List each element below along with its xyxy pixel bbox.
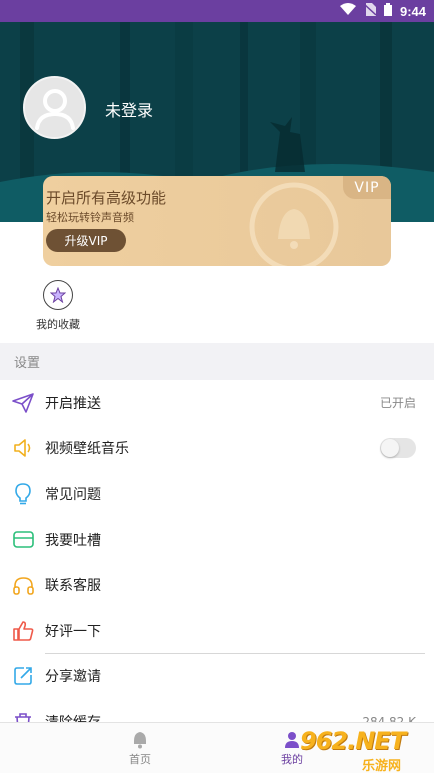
- bell-watermark-icon: [249, 182, 339, 266]
- upgrade-vip-button[interactable]: 升级VIP: [46, 229, 126, 252]
- menu-label: 分享邀请: [45, 669, 101, 686]
- nav-home-label: 首页: [129, 753, 151, 766]
- nav-home[interactable]: 首页: [110, 729, 170, 767]
- avatar[interactable]: [23, 76, 86, 139]
- status-bar: 9:44: [0, 0, 434, 22]
- site-watermark: 962.NET 乐游网: [300, 727, 434, 773]
- bell-icon: [110, 729, 170, 751]
- paper-plane-icon: [12, 392, 34, 414]
- thumbs-up-icon: [12, 620, 34, 642]
- watermark-logo: 962.NET: [300, 727, 406, 755]
- menu-item-video-wallpaper-music[interactable]: 视频壁纸音乐: [0, 426, 434, 472]
- wifi-icon: [339, 3, 356, 19]
- star-circle-icon: [43, 280, 73, 310]
- vip-badge: VIP: [343, 176, 391, 199]
- push-status-value: 已开启: [379, 396, 416, 411]
- vip-subtitle: 轻松玩转铃声音频: [46, 211, 134, 224]
- vip-promo-card[interactable]: 开启所有高级功能 轻松玩转铃声音频 升级VIP VIP: [43, 176, 391, 266]
- mail-icon: [12, 529, 34, 551]
- lightbulb-icon: [12, 483, 34, 505]
- menu-label: 常见问题: [45, 486, 101, 503]
- menu-label: 视频壁纸音乐: [45, 441, 129, 458]
- settings-section-title: 设置: [0, 343, 434, 380]
- my-favorites-label: 我的收藏: [36, 318, 80, 331]
- menu-item-rate-us[interactable]: 好评一下: [0, 608, 434, 654]
- menu-label: 开启推送: [45, 395, 101, 412]
- video-music-toggle[interactable]: [380, 438, 416, 459]
- menu-item-share-invite[interactable]: 分享邀请: [0, 654, 434, 700]
- speaker-icon: [12, 437, 34, 459]
- battery-icon: [383, 2, 392, 20]
- menu-label: 我要吐槽: [45, 532, 101, 549]
- menu-label: 联系客服: [45, 578, 101, 595]
- menu-label: 好评一下: [45, 623, 101, 640]
- settings-list: 开启推送 已开启 视频壁纸音乐 常见问题 我要吐槽 联系客服 好评一下 分享邀请: [0, 380, 434, 745]
- login-status-label[interactable]: 未登录: [105, 97, 153, 121]
- no-sim-icon: [363, 2, 377, 20]
- share-icon: [12, 665, 34, 687]
- menu-item-faq[interactable]: 常见问题: [0, 471, 434, 517]
- menu-item-push[interactable]: 开启推送 已开启: [0, 380, 434, 426]
- menu-item-customer-service[interactable]: 联系客服: [0, 562, 434, 608]
- menu-item-feedback[interactable]: 我要吐槽: [0, 517, 434, 563]
- status-time: 9:44: [399, 3, 426, 19]
- headset-icon: [12, 574, 34, 596]
- my-favorites-shortcut[interactable]: 我的收藏: [30, 280, 86, 332]
- watermark-sub: 乐游网: [362, 759, 402, 773]
- vip-title: 开启所有高级功能: [46, 189, 167, 207]
